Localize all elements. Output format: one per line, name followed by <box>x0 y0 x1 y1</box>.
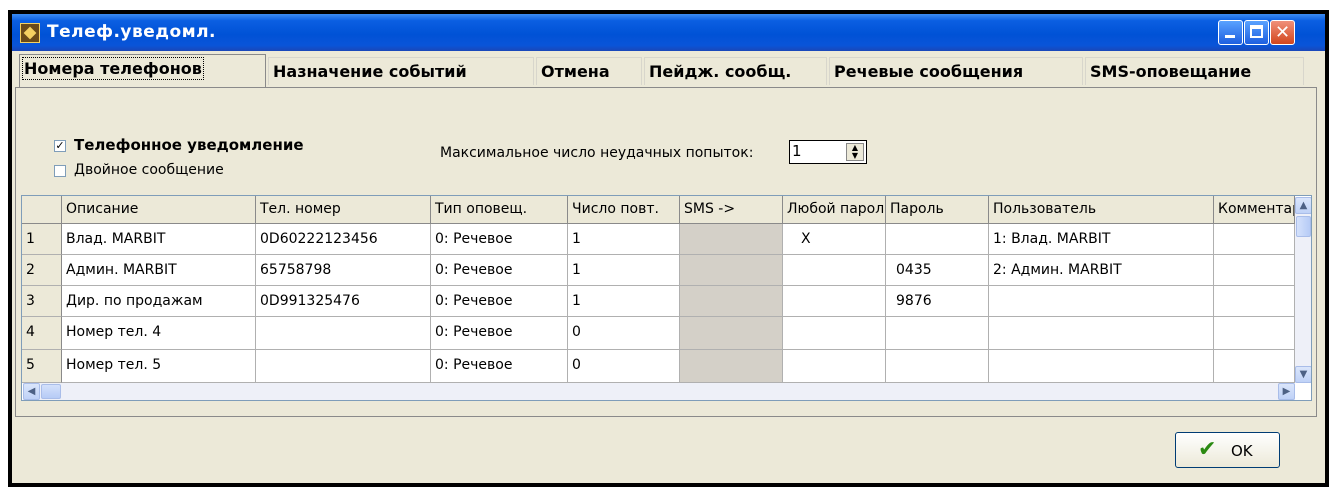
table-cell[interactable]: 1 <box>568 286 680 317</box>
scroll-down-icon[interactable]: ▼ <box>1295 366 1311 383</box>
tab-phone-numbers[interactable]: Номера телефонов <box>19 54 266 87</box>
table-cell[interactable] <box>886 224 989 255</box>
tab-pager-messages[interactable]: Пейдж. сообщ. <box>644 57 827 85</box>
horizontal-scrollbar[interactable]: ◀ ▶ <box>23 383 1295 400</box>
table-cell[interactable]: 0: Речевое <box>431 255 568 286</box>
column-header-phone[interactable]: Тел. номер <box>256 196 431 224</box>
tab-sms-notification[interactable]: SMS-оповещание <box>1085 57 1304 85</box>
horizontal-scroll-thumb[interactable] <box>41 384 61 399</box>
app-icon <box>20 23 40 43</box>
scroll-right-icon[interactable]: ▶ <box>1278 383 1295 400</box>
minimize-button[interactable] <box>1218 20 1243 45</box>
vertical-scroll-thumb[interactable] <box>1296 216 1311 237</box>
title-bar[interactable]: Телеф.уведомл. ✕ <box>12 14 1325 51</box>
ok-label: OK <box>1231 442 1253 460</box>
table-cell[interactable]: 0: Речевое <box>431 224 568 255</box>
table-cell[interactable]: 0435 <box>886 255 989 286</box>
table-cell[interactable] <box>1214 350 1295 383</box>
table-cell[interactable]: 1: Влад. MARBIT <box>989 224 1214 255</box>
table-cell[interactable]: 1 <box>568 255 680 286</box>
ok-button[interactable]: ✔ OK <box>1175 432 1280 468</box>
column-header-user[interactable]: Пользователь <box>989 196 1214 224</box>
table-cell <box>680 350 783 383</box>
row-header[interactable]: 5 <box>22 350 62 383</box>
close-button[interactable]: ✕ <box>1270 20 1295 45</box>
table-cell[interactable]: 0: Речевое <box>431 317 568 350</box>
row-header[interactable]: 1 <box>22 224 62 255</box>
table-cell[interactable]: 9876 <box>886 286 989 317</box>
table-cell[interactable] <box>783 350 886 383</box>
max-attempts-value: 1 <box>792 142 802 160</box>
max-attempts-spinner[interactable]: 1 ▲ ▼ <box>789 140 867 164</box>
table-cell <box>680 224 783 255</box>
table-cell[interactable]: Номер тел. 4 <box>62 317 256 350</box>
vertical-scrollbar[interactable]: ▲ ▼ <box>1295 197 1311 383</box>
tab-voice-messages[interactable]: Речевые сообщения <box>829 57 1083 85</box>
scroll-up-icon[interactable]: ▲ <box>1295 197 1311 214</box>
double-message-checkbox[interactable] <box>54 165 66 177</box>
column-header-any-password[interactable]: Любой пароль <box>783 196 886 224</box>
column-header-sms[interactable]: SMS -> <box>680 196 783 224</box>
close-icon: ✕ <box>1274 22 1291 43</box>
table-cell[interactable] <box>989 350 1214 383</box>
table-cell[interactable]: 0: Речевое <box>431 350 568 383</box>
maximize-button[interactable] <box>1244 20 1269 45</box>
column-header-repeat[interactable]: Число повт. <box>568 196 680 224</box>
table-cell[interactable]: Влад. MARBIT <box>62 224 256 255</box>
table-cell[interactable] <box>256 350 431 383</box>
table-cell[interactable]: 0: Речевое <box>431 286 568 317</box>
table-cell[interactable]: 0D60222123456 <box>256 224 431 255</box>
table-cell[interactable]: 65758798 <box>256 255 431 286</box>
double-message-label: Двойное сообщение <box>74 162 224 178</box>
row-header[interactable]: 3 <box>22 286 62 317</box>
table-cell[interactable]: Дир. по продажам <box>62 286 256 317</box>
table-cell[interactable] <box>989 286 1214 317</box>
phone-notification-label: Телефонное уведомление <box>74 136 304 154</box>
table-cell[interactable] <box>886 317 989 350</box>
column-header-description[interactable]: Описание <box>62 196 256 224</box>
maximize-icon <box>1250 25 1263 38</box>
table-cell[interactable] <box>783 286 886 317</box>
table-cell[interactable] <box>783 317 886 350</box>
table-cell[interactable] <box>1214 286 1295 317</box>
phone-numbers-grid: Описание Тел. номер Тип оповещ. Число по… <box>21 195 1312 401</box>
tab-panel: ✓ Телефонное уведомление Двойное сообщен… <box>15 87 1317 417</box>
table-cell[interactable] <box>256 317 431 350</box>
max-attempts-label: Максимальное число неудачных попыток: <box>440 145 754 161</box>
table-cell[interactable]: 0 <box>568 350 680 383</box>
table-cell[interactable]: X <box>783 224 886 255</box>
row-header[interactable]: 2 <box>22 255 62 286</box>
table-cell[interactable]: Админ. MARBIT <box>62 255 256 286</box>
table-cell[interactable]: 0 <box>568 317 680 350</box>
scroll-left-icon[interactable]: ◀ <box>23 383 40 400</box>
table-cell[interactable] <box>1214 224 1295 255</box>
table-cell[interactable]: 2: Админ. MARBIT <box>989 255 1214 286</box>
column-header-notify-type[interactable]: Тип оповещ. <box>431 196 568 224</box>
table-cell[interactable] <box>1214 317 1295 350</box>
window-title: Телеф.уведомл. <box>47 22 217 42</box>
tab-strip: Номера телефонов Назначение событий Отме… <box>15 53 1325 88</box>
checkmark-icon: ✔ <box>1198 437 1217 462</box>
table-cell[interactable] <box>1214 255 1295 286</box>
table-cell[interactable] <box>783 255 886 286</box>
table-cell <box>680 317 783 350</box>
table-cell[interactable]: 0D991325476 <box>256 286 431 317</box>
spin-arrows-icon[interactable]: ▲ ▼ <box>846 143 864 161</box>
tab-cancel[interactable]: Отмена <box>536 57 642 85</box>
minimize-icon <box>1225 35 1235 38</box>
table-cell[interactable] <box>989 317 1214 350</box>
table-cell[interactable]: 1 <box>568 224 680 255</box>
phone-notification-checkbox[interactable]: ✓ <box>54 140 66 152</box>
row-header[interactable]: 4 <box>22 317 62 350</box>
table-cell <box>680 286 783 317</box>
tab-event-assignment[interactable]: Назначение событий <box>268 57 534 85</box>
table-cell[interactable]: Номер тел. 5 <box>62 350 256 383</box>
column-header-comment[interactable]: Комментарий <box>1214 196 1295 224</box>
grid-corner <box>22 196 62 224</box>
column-header-password[interactable]: Пароль <box>886 196 989 224</box>
dialog-window: Телеф.уведомл. ✕ Номера телефонов Назнач… <box>12 14 1325 483</box>
table-cell[interactable] <box>886 350 989 383</box>
table-cell <box>680 255 783 286</box>
